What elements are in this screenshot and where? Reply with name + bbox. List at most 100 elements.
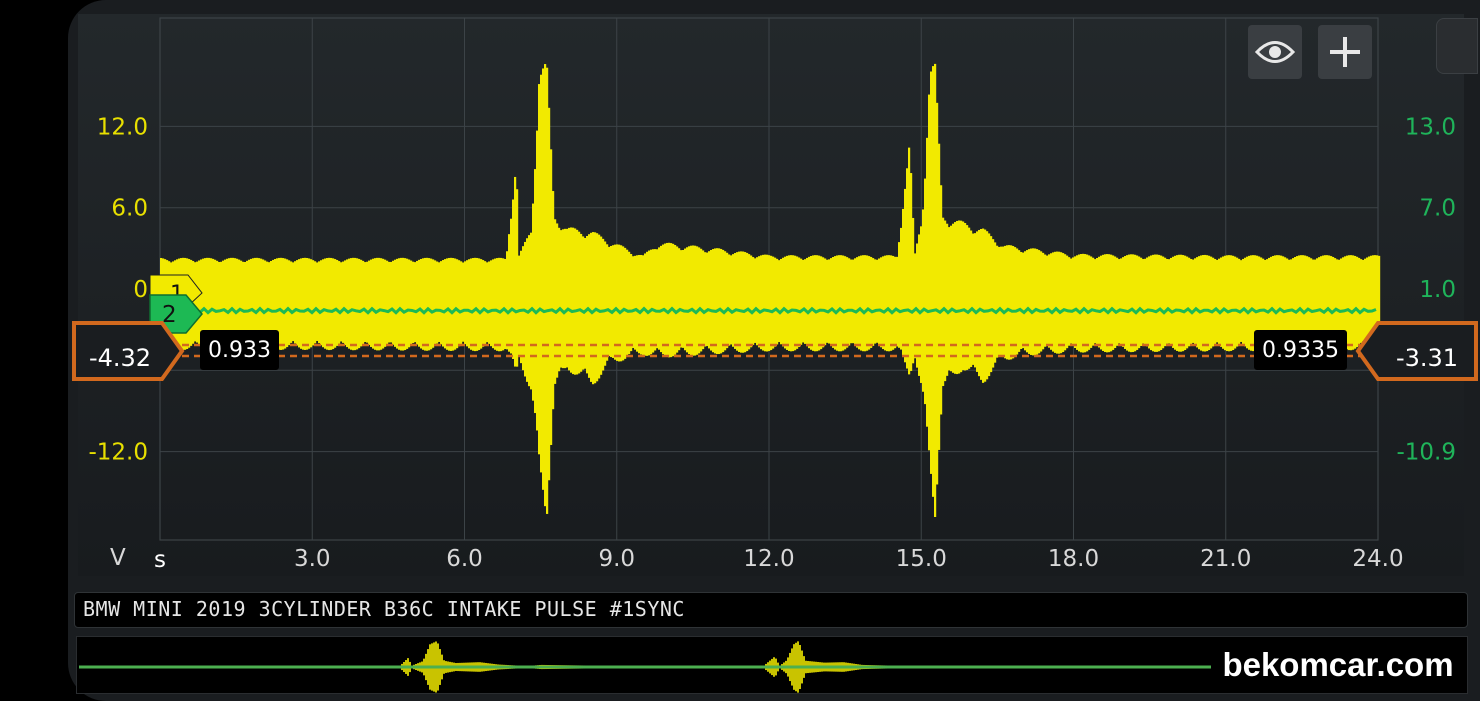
channel-1-sample <box>804 259 807 344</box>
channel-1-sample <box>1048 254 1051 348</box>
channel-1-sample <box>818 255 821 351</box>
channel-1-sample <box>820 256 823 350</box>
channel-1-sample <box>952 223 955 373</box>
channel-1-sample <box>378 257 381 351</box>
channel-1-sample <box>1182 255 1185 352</box>
channel-1-sample <box>302 257 305 350</box>
channel-1-sample <box>648 250 651 356</box>
channel-1-sample <box>850 259 853 344</box>
x-unit-label: s <box>154 547 166 573</box>
channel-1-sample <box>1112 255 1115 350</box>
y-left-tick-label: 12.0 <box>97 114 148 140</box>
channel-1-sample <box>1022 252 1025 349</box>
channel-1-sample <box>1094 259 1097 344</box>
channel-1-sample <box>1372 255 1375 350</box>
channel-1-sample <box>1014 247 1017 357</box>
channel-1-sample <box>706 252 709 347</box>
channel-1-sample <box>406 258 409 349</box>
channel-1-sample <box>1378 255 1381 349</box>
channel-1-sample <box>988 233 991 377</box>
channel-1-sample <box>972 233 975 365</box>
channel-1-sample <box>342 261 345 343</box>
channel-1-sample <box>1134 254 1137 352</box>
channel-1-sample <box>422 258 425 350</box>
channel-1-sample <box>748 254 751 350</box>
y-right-tick-label: 1.0 <box>1419 277 1456 303</box>
oscilloscope-chart[interactable]: 12.06.00-6.0-12.0 13.07.01.0-4.9-10.9 3.… <box>0 0 1480 590</box>
channel-1-sample <box>624 247 627 359</box>
channel-1-sample <box>424 257 427 351</box>
channel-1-sample <box>934 63 937 518</box>
channel-1-sample <box>1224 255 1227 351</box>
channel-1-sample <box>774 257 777 347</box>
channel-1-sample <box>1118 259 1121 344</box>
channel-1-sample <box>454 258 457 350</box>
visibility-button[interactable] <box>1248 25 1302 79</box>
channel-1-sample <box>632 256 635 348</box>
channel-1-sample <box>564 228 567 369</box>
channel-1-sample <box>672 243 675 357</box>
channel-1-sample <box>836 255 839 351</box>
channel-1-sample <box>1056 251 1059 354</box>
channel-1-sample <box>1178 254 1181 352</box>
channel-1-sample <box>1366 257 1369 346</box>
channel-1-sample <box>750 255 753 348</box>
channel-1-sample <box>320 260 323 346</box>
channel-1-sample <box>518 255 521 356</box>
channel-1-sample <box>1154 254 1157 352</box>
channel-1-sample <box>964 223 967 371</box>
channel-1-sample <box>722 249 725 353</box>
channel-1-sample <box>1228 255 1231 352</box>
channel-1-sample <box>992 239 995 368</box>
channel-1-sample <box>402 257 405 351</box>
channel-1-sample <box>762 254 765 351</box>
channel-1-sample <box>544 64 547 507</box>
add-button[interactable] <box>1318 25 1372 79</box>
right-cursor-readout: 0.9335 <box>1254 330 1347 370</box>
right-cursor-value: -3.31 <box>1395 344 1459 372</box>
channel-1-sample <box>1042 252 1045 350</box>
channel-1-sample <box>288 260 291 346</box>
channel-1-sample <box>1190 258 1193 344</box>
channel-1-sample <box>472 258 475 351</box>
y-axis-left-ticks: 12.06.00-6.0-12.0 <box>88 114 148 465</box>
channel-1-sample <box>1024 251 1027 351</box>
channel-1-sample <box>506 251 509 350</box>
channel-1-sample <box>1020 251 1023 350</box>
channel-1-sample <box>1038 250 1041 354</box>
channel-1-sample <box>464 261 467 345</box>
channel-1-sample <box>1072 257 1075 346</box>
channel-1-sample <box>734 253 737 349</box>
channel-1-sample <box>1142 259 1145 344</box>
channel-1-sample <box>1090 256 1093 348</box>
channel-1-sample <box>720 248 723 354</box>
channel-1-sample <box>572 227 575 375</box>
channel-1-sample <box>1062 253 1065 353</box>
channel-1-sample <box>726 252 729 349</box>
channel-1-sample <box>946 223 949 376</box>
channel-1-sample <box>830 258 833 346</box>
channel-1-sample <box>638 254 641 354</box>
channel-1-sample <box>1172 256 1175 348</box>
channel-1-sample <box>534 169 537 414</box>
channel-1-sample <box>710 250 713 351</box>
channel-1-sample <box>866 255 869 351</box>
channel-1-sample <box>948 227 951 371</box>
channel-1-sample <box>444 259 447 349</box>
x-tick-label: 21.0 <box>1200 546 1251 572</box>
channel-1-sample <box>924 178 927 405</box>
channel-1-sample <box>504 258 507 350</box>
channel-1-sample <box>344 260 347 346</box>
channel-1-sample <box>586 235 589 374</box>
channel-1-sample <box>1208 255 1211 351</box>
channel-1-sample <box>846 257 849 348</box>
channel-1-sample <box>678 248 681 351</box>
channel-1-sample <box>1012 246 1015 359</box>
channel-1-sample <box>1202 255 1205 352</box>
channel-1-sample <box>908 147 911 375</box>
channel-1-sample <box>718 248 721 355</box>
channel-1-sample <box>1230 255 1233 351</box>
channel-1-sample <box>1148 256 1151 349</box>
channel-1-sample <box>884 255 887 351</box>
channel-1-sample <box>998 246 1001 356</box>
